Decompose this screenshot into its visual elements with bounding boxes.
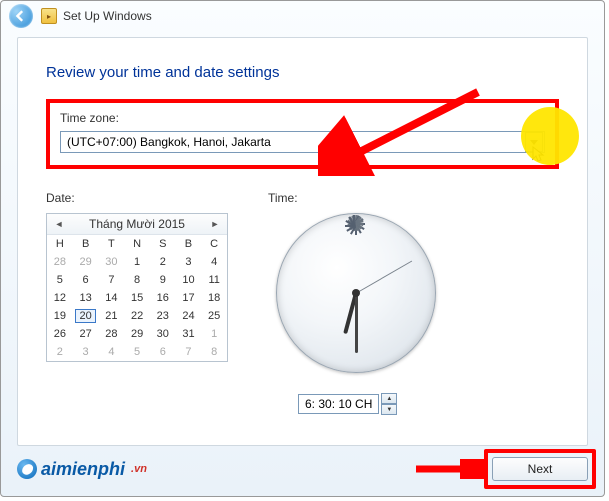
time-column: Time: 6: 30: 10 CH ▲	[268, 191, 559, 415]
calendar-day-cell[interactable]: 24	[176, 307, 202, 325]
calendar-day-cell[interactable]: 26	[47, 325, 73, 343]
timezone-dropdown[interactable]: (UTC+07:00) Bangkok, Hanoi, Jakarta	[60, 131, 545, 153]
calendar-dow-header: H	[47, 235, 73, 253]
back-button[interactable]	[9, 4, 33, 28]
calendar-day-cell[interactable]: 5	[47, 271, 73, 289]
calendar[interactable]: ◄ Tháng Mười 2015 ► HBTNSBC 282930123456…	[46, 213, 228, 362]
calendar-grid: HBTNSBC 28293012345678910111213141516171…	[47, 235, 227, 361]
time-value: 6: 30: 10 CH	[305, 397, 372, 411]
calendar-day-cell[interactable]: 6	[150, 343, 176, 361]
calendar-dow-header: T	[99, 235, 125, 253]
calendar-day-cell[interactable]: 30	[150, 325, 176, 343]
timezone-section: Time zone: (UTC+07:00) Bangkok, Hanoi, J…	[46, 99, 559, 169]
time-spin-up-button[interactable]: ▲	[381, 393, 397, 404]
date-column: Date: ◄ Tháng Mười 2015 ► HBTNSBC 282930…	[46, 191, 228, 415]
time-spin-down-button[interactable]: ▼	[381, 404, 397, 415]
calendar-day-cell[interactable]: 19	[47, 307, 73, 325]
date-label: Date:	[46, 191, 228, 205]
globe-icon: ⬤	[17, 459, 37, 479]
calendar-prev-button[interactable]: ◄	[53, 218, 65, 230]
calendar-day-cell[interactable]: 4	[99, 343, 125, 361]
content-panel: Review your time and date settings Time …	[17, 37, 588, 446]
calendar-day-cell[interactable]: 30	[99, 253, 125, 271]
clock-minute-hand	[355, 293, 358, 353]
calendar-day-cell[interactable]: 22	[124, 307, 150, 325]
window-title: Set Up Windows	[63, 9, 152, 23]
calendar-day-cell[interactable]: 8	[124, 271, 150, 289]
calendar-day-cell[interactable]: 1	[201, 325, 227, 343]
timezone-selected-value: (UTC+07:00) Bangkok, Hanoi, Jakarta	[61, 135, 525, 149]
calendar-day-cell[interactable]: 29	[124, 325, 150, 343]
calendar-day-cell[interactable]: 28	[99, 325, 125, 343]
calendar-day-cell[interactable]: 28	[47, 253, 73, 271]
brand-suffix: .vn	[131, 463, 147, 475]
calendar-day-cell[interactable]: 17	[176, 289, 202, 307]
calendar-day-cell[interactable]: 1	[124, 253, 150, 271]
calendar-day-cell[interactable]: 9	[150, 271, 176, 289]
calendar-day-cell[interactable]: 13	[73, 289, 99, 307]
calendar-day-cell[interactable]: 10	[176, 271, 202, 289]
calendar-dow-header: B	[176, 235, 202, 253]
time-label: Time:	[268, 191, 559, 205]
calendar-day-cell[interactable]: 7	[99, 271, 125, 289]
calendar-day-cell[interactable]: 18	[201, 289, 227, 307]
calendar-next-button[interactable]: ►	[209, 218, 221, 230]
clock-center-icon	[352, 289, 360, 297]
calendar-day-cell[interactable]: 31	[176, 325, 202, 343]
calendar-day-cell[interactable]: 20	[73, 307, 99, 325]
arrow-left-icon	[15, 10, 27, 22]
calendar-day-cell[interactable]: 14	[99, 289, 125, 307]
app-icon	[41, 8, 57, 24]
calendar-day-cell[interactable]: 23	[150, 307, 176, 325]
calendar-dow-header: B	[73, 235, 99, 253]
calendar-day-cell[interactable]: 5	[124, 343, 150, 361]
calendar-day-cell[interactable]: 3	[73, 343, 99, 361]
calendar-day-cell[interactable]: 2	[47, 343, 73, 361]
analog-clock	[276, 213, 446, 383]
calendar-day-cell[interactable]: 27	[73, 325, 99, 343]
brand-text: aimienphi	[41, 459, 125, 480]
calendar-day-cell[interactable]: 4	[201, 253, 227, 271]
next-button[interactable]: Next	[492, 457, 588, 481]
calendar-day-cell[interactable]: 8	[201, 343, 227, 361]
calendar-day-cell[interactable]: 16	[150, 289, 176, 307]
calendar-dow-header: N	[124, 235, 150, 253]
calendar-day-cell[interactable]: 15	[124, 289, 150, 307]
calendar-month-title: Tháng Mười 2015	[89, 217, 185, 231]
watermark-logo: ⬤ aimienphi .vn	[17, 459, 147, 480]
calendar-day-cell[interactable]: 11	[201, 271, 227, 289]
page-heading: Review your time and date settings	[46, 64, 559, 81]
calendar-dow-header: C	[201, 235, 227, 253]
window-frame: Set Up Windows Review your time and date…	[0, 0, 605, 497]
calendar-day-cell[interactable]: 6	[73, 271, 99, 289]
calendar-day-cell[interactable]: 25	[201, 307, 227, 325]
timezone-label: Time zone:	[60, 111, 545, 125]
calendar-day-cell[interactable]: 7	[176, 343, 202, 361]
calendar-day-cell[interactable]: 3	[176, 253, 202, 271]
calendar-day-cell[interactable]: 12	[47, 289, 73, 307]
calendar-day-cell[interactable]: 21	[99, 307, 125, 325]
time-input[interactable]: 6: 30: 10 CH	[298, 394, 379, 414]
time-spinner: ▲ ▼	[381, 393, 397, 415]
titlebar: Set Up Windows	[1, 1, 604, 31]
calendar-dow-header: S	[150, 235, 176, 253]
next-button-label: Next	[528, 462, 553, 476]
annotation-arrow-icon	[414, 459, 488, 479]
calendar-day-cell[interactable]: 29	[73, 253, 99, 271]
annotation-highlight-circle	[521, 107, 579, 165]
footer: ⬤ aimienphi .vn Next	[17, 450, 588, 488]
calendar-header: ◄ Tháng Mười 2015 ►	[47, 214, 227, 235]
calendar-day-cell[interactable]: 2	[150, 253, 176, 271]
